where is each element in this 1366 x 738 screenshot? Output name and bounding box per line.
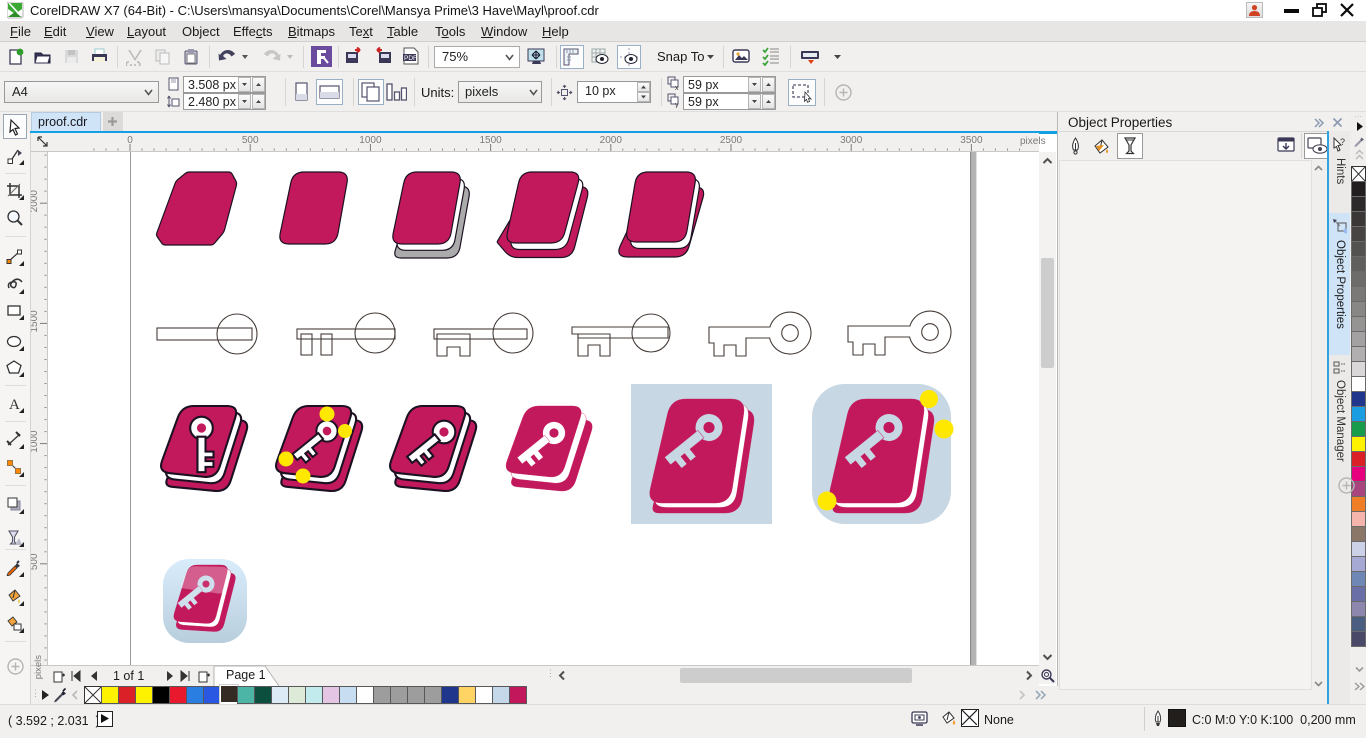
svg-text:500: 500 <box>242 135 259 146</box>
svg-text:1500: 1500 <box>479 135 502 146</box>
svg-text:3000: 3000 <box>840 135 863 146</box>
svg-text:2000: 2000 <box>31 190 40 213</box>
svg-text:500: 500 <box>31 553 40 570</box>
svg-text:PDF: PDF <box>404 55 417 62</box>
svg-text:0: 0 <box>127 135 133 146</box>
svg-text:1000: 1000 <box>31 430 40 453</box>
svg-text:1500: 1500 <box>31 310 40 333</box>
svg-text:y: y <box>675 102 679 108</box>
svg-text:?: ? <box>1340 137 1345 147</box>
svg-text:3500: 3500 <box>960 135 983 146</box>
svg-text:1000: 1000 <box>359 135 382 146</box>
svg-text:2000: 2000 <box>600 135 623 146</box>
svg-text:2500: 2500 <box>720 135 743 146</box>
svg-text:x: x <box>675 85 679 91</box>
